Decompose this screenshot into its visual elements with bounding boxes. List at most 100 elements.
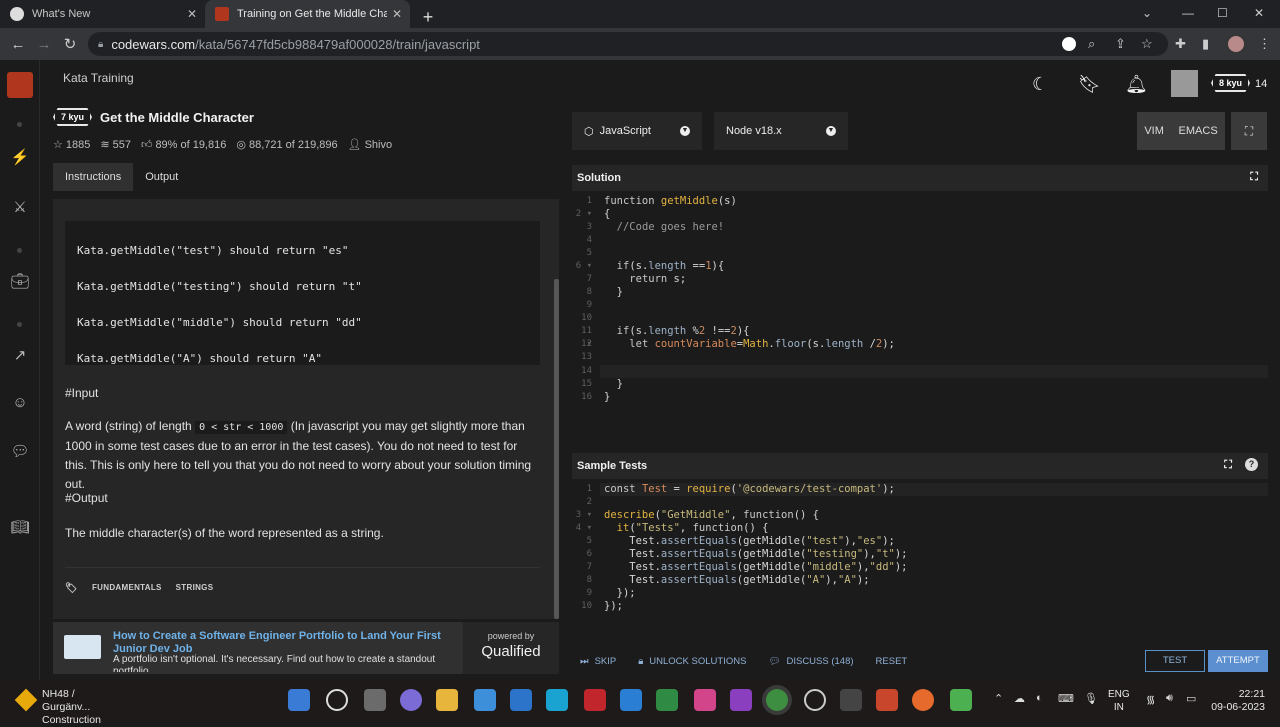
wifi-alt-icon[interactable]: ◐ bbox=[1036, 692, 1043, 704]
close-tab-icon[interactable]: ✕ bbox=[392, 7, 402, 21]
instagram-icon[interactable] bbox=[694, 689, 716, 711]
clock-time: 22:21 bbox=[1238, 688, 1265, 700]
notifications-icon[interactable]: 🔔︎ bbox=[1125, 74, 1148, 95]
task-view-icon[interactable] bbox=[364, 689, 386, 711]
language-select[interactable]: ⬡ JavaScript ▼ bbox=[572, 112, 702, 150]
expand-icon[interactable]: ⛶ bbox=[1250, 171, 1258, 184]
keyboard-icon[interactable]: ⌨ bbox=[1058, 692, 1074, 705]
obs-icon[interactable] bbox=[804, 689, 826, 711]
wifi-icon[interactable]: ᯾ bbox=[1146, 692, 1155, 707]
compete-icon[interactable]: ⚔ bbox=[10, 198, 30, 216]
tab-instructions[interactable]: Instructions bbox=[53, 163, 134, 191]
file-explorer-icon[interactable] bbox=[436, 689, 458, 711]
volume-icon[interactable]: 🔊︎ bbox=[1166, 692, 1173, 705]
edge-icon[interactable] bbox=[474, 689, 496, 711]
battery-icon[interactable]: ▭ bbox=[1186, 692, 1196, 705]
solution-title: Solution bbox=[577, 172, 621, 184]
runtime-select[interactable]: Node v18.x ▼ bbox=[714, 112, 848, 150]
qualified-badge[interactable]: powered by Qualified bbox=[463, 622, 559, 674]
minimize-button[interactable]: — bbox=[1182, 6, 1194, 20]
promo-card[interactable]: How to Create a Software Engineer Portfo… bbox=[53, 622, 559, 674]
runtime-value: Node v18.x bbox=[726, 125, 782, 137]
help-icon[interactable]: ? bbox=[1245, 458, 1258, 471]
chrome-taskbar-icon[interactable] bbox=[766, 689, 788, 711]
weather-widget[interactable]: NH48 / Gurgänv... Construction bbox=[14, 688, 118, 727]
cloud-icon[interactable]: ☁ bbox=[1014, 692, 1025, 705]
chevron-up-icon[interactable]: ⌃ bbox=[994, 692, 1003, 705]
zoom-icon[interactable]: ⌕ bbox=[1088, 36, 1095, 52]
practice-icon[interactable]: ⚡ bbox=[10, 148, 30, 166]
vim-mode-button[interactable]: VIM bbox=[1144, 125, 1164, 137]
emacs-mode-button[interactable]: EMACS bbox=[1179, 125, 1218, 137]
excel-icon[interactable] bbox=[656, 689, 678, 711]
mcafee-icon[interactable] bbox=[584, 689, 606, 711]
tab-search-icon[interactable]: ⌄ bbox=[1142, 6, 1152, 20]
browser-tab-training[interactable]: Training on Get the Middle Chara ✕ bbox=[205, 0, 410, 28]
bookmarks-icon[interactable]: 🔖︎ bbox=[1078, 74, 1101, 95]
language-indicator[interactable]: ENG IN bbox=[1108, 688, 1130, 714]
forum-icon[interactable]: 💬︎ bbox=[10, 442, 30, 460]
jobs-icon[interactable]: 💼︎ bbox=[10, 272, 30, 290]
clock-date: 09-06-2023 bbox=[1211, 701, 1265, 713]
reload-icon[interactable]: ↻ bbox=[57, 35, 83, 53]
clipchamp-icon[interactable] bbox=[730, 689, 752, 711]
user-rank-badge[interactable]: 8 kyu bbox=[1211, 74, 1251, 92]
discord-icon[interactable]: ☺ bbox=[10, 394, 30, 411]
active-line-highlight bbox=[600, 365, 1268, 378]
tab-output[interactable]: Output bbox=[133, 163, 190, 191]
dark-mode-icon[interactable]: ☾ bbox=[1032, 74, 1048, 95]
tag-fundamentals[interactable]: FUNDAMENTALS bbox=[92, 583, 162, 594]
discuss-label: DISCUSS (148) bbox=[786, 655, 854, 667]
expand-icon[interactable]: ⛶ bbox=[1224, 459, 1232, 472]
stars-stat[interactable]: ☆ 1885 bbox=[53, 138, 90, 152]
reset-button[interactable]: RESET bbox=[876, 656, 908, 667]
google-icon[interactable] bbox=[1062, 37, 1076, 51]
new-tab-button[interactable]: + bbox=[414, 7, 442, 28]
solution-editor[interactable]: 1 function getMiddle(s) 2 ▾{ 3 //Code goe… bbox=[572, 191, 1268, 441]
page-section-title: Kata Training bbox=[63, 71, 134, 85]
test-button[interactable]: TEST bbox=[1145, 650, 1205, 672]
discuss-button[interactable]: 💬︎ DISCUSS (148) bbox=[768, 656, 853, 667]
author-stat[interactable]: 👤︎ Shivo bbox=[348, 138, 393, 152]
mail-icon[interactable] bbox=[510, 689, 532, 711]
url-host: codewars.com bbox=[111, 36, 196, 52]
close-tab-icon[interactable]: ✕ bbox=[187, 7, 197, 21]
docs-icon[interactable]: 📖︎ bbox=[10, 518, 30, 536]
start-icon[interactable] bbox=[288, 689, 310, 711]
firefox-icon[interactable] bbox=[912, 689, 934, 711]
attempt-button[interactable]: ATTEMPT bbox=[1208, 650, 1268, 672]
description-scrollbar[interactable] bbox=[554, 279, 559, 619]
side-panel-icon[interactable]: ▮ bbox=[1202, 36, 1209, 52]
app-l-icon[interactable] bbox=[546, 689, 568, 711]
maximize-button[interactable]: ☐ bbox=[1217, 6, 1228, 20]
leaderboard-icon[interactable]: ↗ bbox=[10, 346, 30, 364]
search-icon[interactable] bbox=[326, 689, 348, 711]
menu-icon[interactable]: ⋮ bbox=[1258, 36, 1271, 52]
back-icon[interactable]: ← bbox=[5, 36, 31, 53]
powered-by-label: powered by bbox=[487, 631, 535, 641]
app-green-icon[interactable] bbox=[950, 689, 972, 711]
url-field[interactable]: 🔒︎ codewars.com /kata/56747fd5cb988479af… bbox=[88, 32, 1168, 56]
teams-icon[interactable] bbox=[400, 689, 422, 711]
browser-tab-whats-new[interactable]: What's New ✕ bbox=[0, 0, 205, 28]
tag-strings[interactable]: STRINGS bbox=[176, 583, 214, 594]
powerpoint-icon[interactable] bbox=[876, 689, 898, 711]
share-icon[interactable]: ⇪ bbox=[1115, 36, 1126, 52]
unlock-solutions-button[interactable]: 🔒︎ UNLOCK SOLUTIONS bbox=[638, 656, 746, 667]
close-window-button[interactable]: ✕ bbox=[1254, 6, 1264, 20]
vscode-icon[interactable] bbox=[620, 689, 642, 711]
extensions-icon[interactable]: ✚ bbox=[1175, 36, 1186, 52]
skip-button[interactable]: ⏭︎ SKIP bbox=[580, 656, 616, 667]
forward-icon[interactable]: → bbox=[31, 36, 57, 53]
sample-tests-editor[interactable]: 1 const Test = require('@codewars/test-co… bbox=[572, 480, 1268, 620]
profile-avatar[interactable] bbox=[1228, 36, 1244, 52]
codewars-logo[interactable] bbox=[7, 72, 33, 98]
tab-label: What's New bbox=[32, 8, 91, 20]
mic-icon[interactable]: 🎙︎ bbox=[1084, 692, 1098, 705]
terminal-icon[interactable] bbox=[840, 689, 862, 711]
promo-title[interactable]: How to Create a Software Engineer Portfo… bbox=[113, 630, 443, 656]
bookmark-star-icon[interactable]: ☆ bbox=[1141, 36, 1153, 52]
fullscreen-icon[interactable]: ⛶ bbox=[1231, 112, 1267, 150]
user-avatar[interactable] bbox=[1171, 70, 1198, 97]
clock[interactable]: 22:21 09-06-2023 bbox=[1205, 688, 1265, 714]
